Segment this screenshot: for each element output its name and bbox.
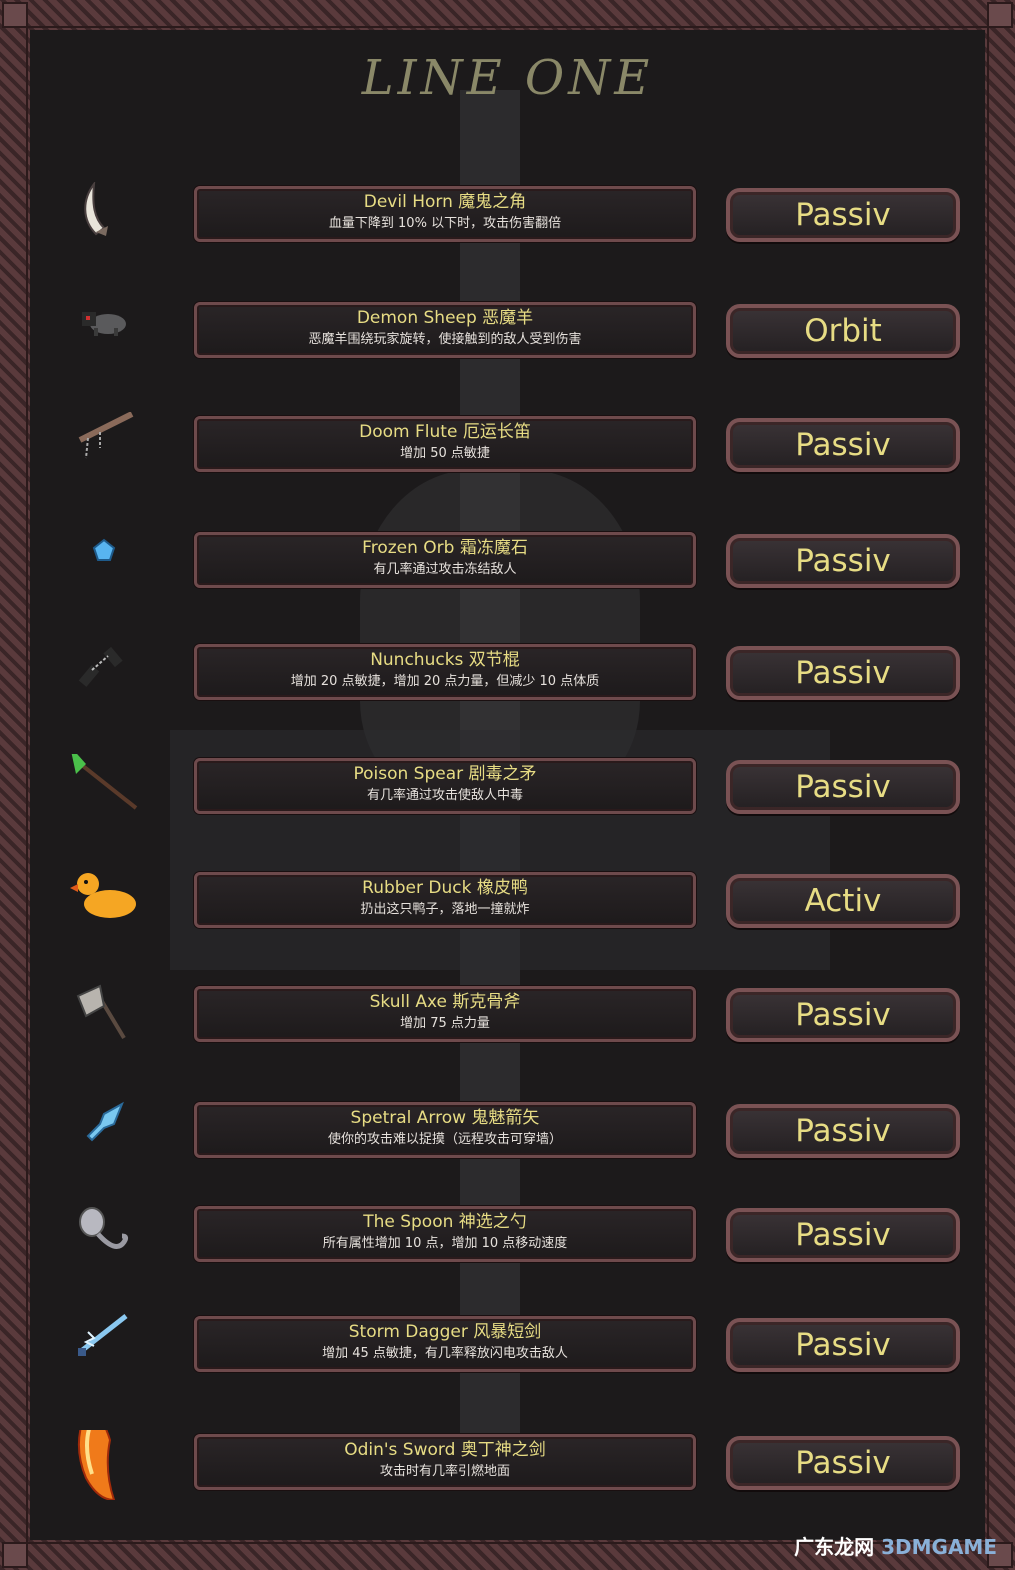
item-type-label: Passiv [795, 1113, 891, 1149]
item-row: Odin's Sword 奥丁神之剑 攻击时有几率引燃地面 Passiv [0, 1402, 1015, 1502]
item-row: Devil Horn 魔鬼之角 血量下降到 10% 以下时，攻击伤害翻倍 Pas… [0, 180, 1015, 252]
watermark: 广东龙网 3DMGAME [794, 1531, 997, 1560]
item-name: Demon Sheep 恶魔羊 [356, 308, 534, 328]
item-type-label: Passiv [795, 997, 891, 1033]
item-type-button[interactable]: Passiv [726, 988, 960, 1042]
item-name: Poison Spear 剧毒之矛 [353, 764, 537, 784]
item-row: Storm Dagger 风暴短剑 增加 45 点敏捷，有几率释放闪电攻击敌人 … [0, 1312, 1015, 1382]
nunchucks-icon [64, 640, 144, 710]
item-type-button[interactable]: Orbit [726, 304, 960, 358]
item-description-panel: Nunchucks 双节棍 增加 20 点敏捷，增加 20 点力量，但减少 10… [194, 644, 696, 700]
item-type-label: Activ [804, 883, 882, 919]
item-type-label: Passiv [795, 1217, 891, 1253]
item-type-label: Passiv [795, 197, 891, 233]
item-type-label: Passiv [795, 769, 891, 805]
item-description: 增加 50 点敏捷 [400, 446, 490, 461]
page-title: LINE ONE [361, 50, 654, 106]
item-row: The Spoon 神选之勺 所有属性增加 10 点，增加 10 点移动速度 P… [0, 1202, 1015, 1272]
item-description-panel: Rubber Duck 橡皮鸭 扔出这只鸭子，落地一撞就炸 [194, 872, 696, 928]
item-description: 所有属性增加 10 点，增加 10 点移动速度 [322, 1236, 568, 1251]
item-type-button[interactable]: Passiv [726, 1104, 960, 1158]
item-description-panel: Odin's Sword 奥丁神之剑 攻击时有几率引燃地面 [194, 1434, 696, 1490]
spear-icon [64, 746, 144, 824]
watermark-main: 广东龙网 [794, 1535, 875, 1559]
frame-corner [2, 2, 28, 28]
item-name: Spetral Arrow 鬼魅箭矢 [350, 1108, 540, 1128]
horn-icon [64, 180, 144, 252]
item-name: Frozen Orb 霜冻魔石 [362, 538, 528, 558]
item-type-button[interactable]: Passiv [726, 418, 960, 472]
item-type-button[interactable]: Passiv [726, 760, 960, 814]
flute-icon [64, 411, 144, 482]
item-description: 攻击时有几率引燃地面 [379, 1464, 510, 1479]
item-name: The Spoon 神选之勺 [363, 1212, 527, 1232]
item-type-button[interactable]: Activ [726, 874, 960, 928]
item-description-panel: Frozen Orb 霜冻魔石 有几率通过攻击冻结敌人 [194, 532, 696, 588]
item-name: Devil Horn 魔鬼之角 [363, 192, 527, 212]
item-row: Spetral Arrow 鬼魅箭矢 使你的攻击难以捉摸（远程攻击可穿墙） Pa… [0, 1098, 1015, 1168]
spoon-icon [64, 1202, 144, 1272]
sword-icon [64, 1402, 144, 1502]
orb-icon [64, 528, 144, 598]
item-row: Demon Sheep 恶魔羊 恶魔羊围绕玩家旋转，使接触到的敌人受到伤害 Or… [0, 298, 1015, 368]
item-name: Doom Flute 厄运长笛 [359, 422, 531, 442]
item-row: Poison Spear 剧毒之矛 有几率通过攻击使敌人中毒 Passiv [0, 746, 1015, 824]
item-description: 增加 75 点力量 [400, 1016, 490, 1031]
item-row: Skull Axe 斯克骨斧 增加 75 点力量 Passiv [0, 982, 1015, 1052]
duck-icon [64, 868, 144, 938]
item-type-button[interactable]: Passiv [726, 1318, 960, 1372]
item-description: 增加 45 点敏捷，有几率释放闪电攻击敌人 [322, 1346, 568, 1361]
watermark-sub: 3DMGAME [881, 1535, 997, 1559]
item-row: Doom Flute 厄运长笛 增加 50 点敏捷 Passiv [0, 411, 1015, 482]
item-name: Storm Dagger 风暴短剑 [348, 1322, 542, 1342]
item-description: 扔出这只鸭子，落地一撞就炸 [360, 902, 530, 917]
item-name: Rubber Duck 橡皮鸭 [362, 878, 528, 898]
item-type-button[interactable]: Passiv [726, 534, 960, 588]
item-name: Skull Axe 斯克骨斧 [369, 992, 521, 1012]
item-description: 有几率通过攻击使敌人中毒 [366, 788, 523, 803]
sheep-icon [64, 298, 144, 368]
item-type-label: Passiv [795, 427, 891, 463]
item-type-button[interactable]: Passiv [726, 1436, 960, 1490]
item-description-panel: Devil Horn 魔鬼之角 血量下降到 10% 以下时，攻击伤害翻倍 [194, 186, 696, 242]
item-name: Nunchucks 双节棍 [370, 650, 520, 670]
arrow-icon [64, 1098, 144, 1168]
item-row: Rubber Duck 橡皮鸭 扔出这只鸭子，落地一撞就炸 Activ [0, 868, 1015, 938]
item-description-panel: Skull Axe 斯克骨斧 增加 75 点力量 [194, 986, 696, 1042]
item-description-panel: The Spoon 神选之勺 所有属性增加 10 点，增加 10 点移动速度 [194, 1206, 696, 1262]
axe-icon [64, 982, 144, 1052]
frame-corner [987, 2, 1013, 28]
item-description-panel: Doom Flute 厄运长笛 增加 50 点敏捷 [194, 416, 696, 472]
item-description-panel: Demon Sheep 恶魔羊 恶魔羊围绕玩家旋转，使接触到的敌人受到伤害 [194, 302, 696, 358]
item-type-label: Passiv [795, 543, 891, 579]
item-description: 增加 20 点敏捷，增加 20 点力量，但减少 10 点体质 [290, 674, 600, 689]
item-description-panel: Storm Dagger 风暴短剑 增加 45 点敏捷，有几率释放闪电攻击敌人 [194, 1316, 696, 1372]
item-type-button[interactable]: Passiv [726, 646, 960, 700]
item-type-button[interactable]: Passiv [726, 1208, 960, 1262]
item-name: Odin's Sword 奥丁神之剑 [344, 1440, 546, 1460]
item-type-label: Orbit [804, 313, 882, 349]
item-description: 使你的攻击难以捉摸（远程攻击可穿墙） [327, 1132, 562, 1147]
item-description-panel: Poison Spear 剧毒之矛 有几率通过攻击使敌人中毒 [194, 758, 696, 814]
item-row: Nunchucks 双节棍 增加 20 点敏捷，增加 20 点力量，但减少 10… [0, 640, 1015, 710]
item-description: 有几率通过攻击冻结敌人 [373, 562, 517, 577]
item-type-button[interactable]: Passiv [726, 188, 960, 242]
item-description: 血量下降到 10% 以下时，攻击伤害翻倍 [328, 216, 562, 231]
item-type-label: Passiv [795, 655, 891, 691]
item-type-label: Passiv [795, 1445, 891, 1481]
frame-corner [2, 1542, 28, 1568]
dagger-icon [64, 1312, 144, 1382]
item-description: 恶魔羊围绕玩家旋转，使接触到的敌人受到伤害 [308, 332, 582, 347]
item-description-panel: Spetral Arrow 鬼魅箭矢 使你的攻击难以捉摸（远程攻击可穿墙） [194, 1102, 696, 1158]
item-row: Frozen Orb 霜冻魔石 有几率通过攻击冻结敌人 Passiv [0, 528, 1015, 598]
item-type-label: Passiv [795, 1327, 891, 1363]
